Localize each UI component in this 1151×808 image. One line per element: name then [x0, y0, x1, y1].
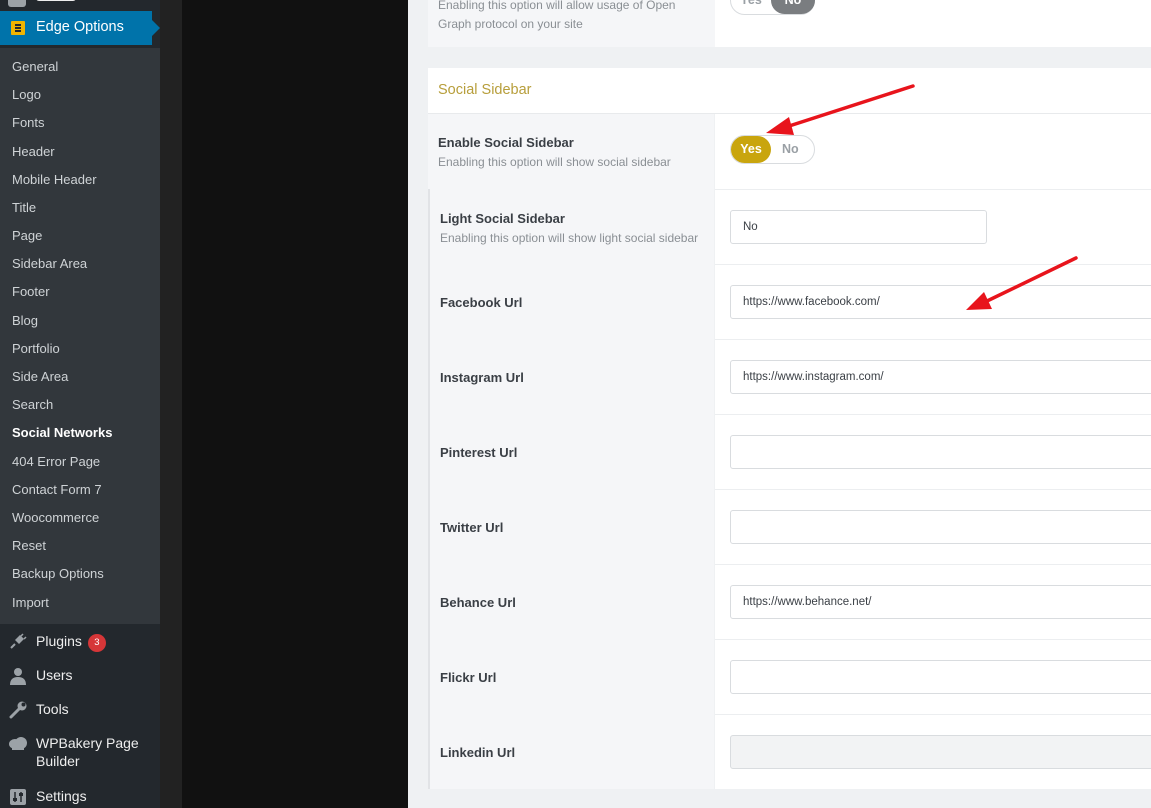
- open-graph-value-cell: Yes No: [715, 0, 1151, 47]
- open-graph-description: Enabling this option will allow usage of…: [438, 0, 703, 34]
- light-social-sidebar-selected: No: [743, 221, 758, 233]
- light-social-sidebar-label-cell: Light Social Sidebar Enabling this optio…: [428, 189, 714, 264]
- linkedin-url-row: Linkedin Url: [428, 714, 1151, 789]
- pinterest-url-input[interactable]: [730, 435, 1151, 469]
- behance-url-label: Behance Url: [440, 595, 516, 610]
- sidebar-gutter: [160, 0, 182, 808]
- light-social-sidebar-select[interactable]: No: [730, 210, 987, 244]
- edge-options-label: Edge Options: [36, 19, 124, 35]
- plugins-update-badge: 3: [87, 634, 106, 652]
- wpbakery-label-line2: Builder: [36, 753, 80, 769]
- admin-sidebar: Edge Options General Logo Fonts Header M…: [0, 0, 160, 808]
- submenu-mobile-header[interactable]: Mobile Header: [12, 172, 97, 187]
- pinterest-url-row: Pinterest Url: [428, 414, 1151, 489]
- open-graph-yes[interactable]: Yes: [731, 0, 771, 14]
- enable-social-sidebar-desc: Enabling this option will show social si…: [438, 155, 671, 169]
- facebook-url-label: Facebook Url: [440, 295, 523, 310]
- light-social-sidebar-desc: Enabling this option will show light soc…: [440, 231, 699, 245]
- facebook-url-input[interactable]: [730, 285, 1151, 319]
- submenu-header[interactable]: Header: [12, 144, 55, 159]
- open-graph-desc-line2: Graph protocol on your site: [438, 17, 583, 31]
- wpbakery-label-line1: WPBakery Page: [36, 735, 139, 751]
- appearance-label-cut: [36, 0, 76, 1]
- twitter-url-label: Twitter Url: [440, 520, 504, 535]
- appearance-icon: [8, 0, 26, 7]
- social-sidebar-section-header: Social Sidebar: [428, 68, 1151, 114]
- submenu-404-error-page[interactable]: 404 Error Page: [12, 454, 100, 469]
- menu-item-edge-options[interactable]: Edge Options: [0, 11, 160, 45]
- submenu-blog[interactable]: Blog: [12, 313, 38, 328]
- flickr-url-input[interactable]: [730, 660, 1151, 694]
- settings-label: Settings: [36, 788, 87, 804]
- wrench-icon: [9, 701, 27, 719]
- behance-url-input[interactable]: [730, 585, 1151, 619]
- options-panel: Enabling this option will allow usage of…: [408, 0, 1151, 808]
- facebook-url-row: Facebook Url: [428, 264, 1151, 339]
- open-graph-desc-line1: Enabling this option will allow usage of…: [438, 0, 676, 12]
- submenu-footer[interactable]: Footer: [12, 284, 50, 299]
- users-icon: [10, 668, 26, 685]
- submenu-reset[interactable]: Reset: [12, 538, 46, 553]
- edge-options-submenu: General Logo Fonts Header Mobile Header …: [0, 48, 160, 624]
- behance-url-row: Behance Url: [428, 564, 1151, 639]
- submenu-page[interactable]: Page: [12, 228, 42, 243]
- open-graph-toggle[interactable]: Yes No: [730, 0, 815, 15]
- submenu-title[interactable]: Title: [12, 200, 36, 215]
- enable-social-sidebar-no[interactable]: No: [782, 136, 799, 163]
- enable-social-sidebar-toggle[interactable]: Yes No: [730, 135, 815, 164]
- open-graph-row: Enabling this option will allow usage of…: [428, 0, 1151, 47]
- enable-social-sidebar-title: Enable Social Sidebar: [438, 135, 574, 150]
- light-social-sidebar-row: Light Social Sidebar Enabling this optio…: [428, 189, 1151, 264]
- pinterest-url-label: Pinterest Url: [440, 445, 518, 460]
- settings-sliders-icon: [10, 789, 26, 805]
- open-graph-no[interactable]: No: [771, 0, 815, 14]
- linkedin-url-input[interactable]: [730, 735, 1151, 769]
- submenu-backup-options[interactable]: Backup Options: [12, 566, 104, 581]
- edge-logo-icon: [11, 21, 25, 35]
- submenu-contact-form-7[interactable]: Contact Form 7: [12, 482, 102, 497]
- instagram-url-input[interactable]: [730, 360, 1151, 394]
- submenu-search[interactable]: Search: [12, 397, 53, 412]
- twitter-url-row: Twitter Url: [428, 489, 1151, 564]
- submenu-logo[interactable]: Logo: [12, 87, 41, 102]
- twitter-url-input[interactable]: [730, 510, 1151, 544]
- enable-social-sidebar-yes[interactable]: Yes: [731, 136, 771, 163]
- submenu-woocommerce[interactable]: Woocommerce: [12, 510, 99, 525]
- plugins-label: Plugins: [36, 633, 82, 649]
- linkedin-url-label: Linkedin Url: [440, 745, 516, 760]
- submenu-sidebar-area[interactable]: Sidebar Area: [12, 256, 87, 271]
- flickr-url-row: Flickr Url: [428, 639, 1151, 714]
- light-social-sidebar-value-cell: No: [715, 189, 1151, 264]
- open-graph-label-cell: Enabling this option will allow usage of…: [428, 0, 715, 47]
- users-label: Users: [36, 667, 73, 683]
- flickr-url-label: Flickr Url: [440, 670, 497, 685]
- enable-social-sidebar-value-cell: Yes No: [715, 114, 1151, 189]
- instagram-url-row: Instagram Url: [428, 339, 1151, 414]
- options-nav-background: [182, 0, 408, 808]
- submenu-portfolio[interactable]: Portfolio: [12, 341, 60, 356]
- plugin-icon: [10, 633, 27, 649]
- submenu-fonts[interactable]: Fonts: [12, 115, 45, 130]
- enable-social-sidebar-label-cell: Enable Social Sidebar Enabling this opti…: [428, 114, 714, 189]
- section-title: Social Sidebar: [438, 82, 532, 98]
- submenu-side-area[interactable]: Side Area: [12, 369, 68, 384]
- wpbakery-cloud-icon: [9, 737, 27, 750]
- submenu-general[interactable]: General: [12, 59, 58, 74]
- menu-item-appearance-cut[interactable]: [0, 0, 160, 11]
- light-social-sidebar-title: Light Social Sidebar: [440, 211, 565, 226]
- submenu-import[interactable]: Import: [12, 595, 49, 610]
- tools-label: Tools: [36, 701, 69, 717]
- submenu-social-networks[interactable]: Social Networks: [12, 425, 112, 440]
- enable-social-sidebar-row: Enable Social Sidebar Enabling this opti…: [428, 114, 1151, 189]
- instagram-url-label: Instagram Url: [440, 370, 524, 385]
